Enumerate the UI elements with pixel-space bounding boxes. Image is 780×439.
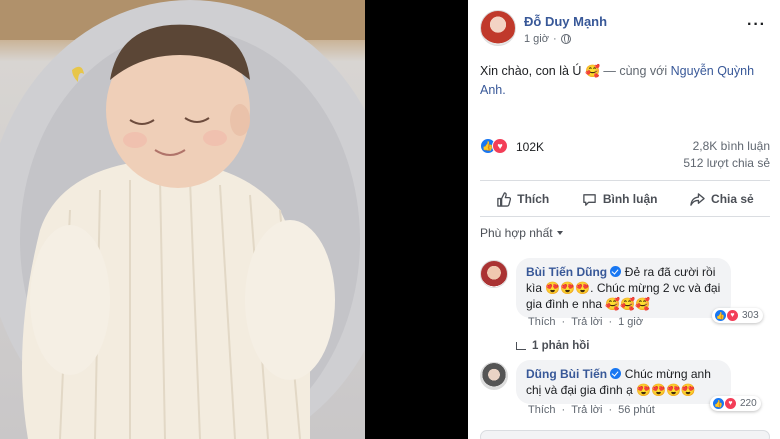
photo-viewer-gap — [365, 0, 468, 439]
comment-reaction-count: 220 — [740, 398, 757, 409]
verified-badge-icon — [610, 368, 622, 379]
comment-reply-link[interactable]: Trả lời — [571, 404, 602, 416]
commenter-avatar[interactable] — [480, 260, 508, 288]
post-text: Xin chào, con là Ú 🥰 — cùng với Nguyễn Q… — [480, 62, 770, 100]
comment-button-label: Bình luận — [602, 192, 658, 206]
post-actions: Thích Bình luận Chia sẻ — [480, 185, 770, 213]
comments-count[interactable]: 2,8K bình luận — [693, 139, 770, 153]
globe-icon[interactable] — [560, 34, 571, 44]
comment-item: Dũng Bùi Tiến Chúc mừng anh chị và đại g… — [480, 360, 770, 425]
replies-label: 1 phản hồi — [532, 340, 590, 352]
shares-count[interactable]: 512 lượt chia sẻ — [683, 156, 770, 170]
comment-footer: Thích · Trả lời · 56 phút — [528, 404, 655, 416]
comment-reactions[interactable]: 👍 ♥ 303 — [712, 308, 763, 323]
commenter-avatar[interactable] — [480, 362, 508, 390]
post-meta: 1 giờ · — [524, 33, 571, 45]
divider — [480, 180, 770, 181]
verified-badge-icon — [610, 266, 622, 277]
caret-down-icon — [556, 231, 563, 235]
post-text-with: — cùng với — [603, 64, 668, 78]
comment-like-link[interactable]: Thích — [528, 316, 556, 328]
share-icon — [690, 192, 705, 206]
reaction-count[interactable]: 102K — [516, 140, 544, 154]
author-avatar[interactable] — [480, 10, 516, 46]
comment-sort-dropdown[interactable]: Phù hợp nhất — [480, 226, 563, 240]
comment-icon — [583, 193, 596, 206]
love-reaction-icon: ♥ — [492, 138, 508, 154]
comment-author[interactable]: Dũng Bùi Tiến — [526, 367, 607, 381]
comment-button[interactable]: Bình luận — [582, 192, 658, 207]
comment-reactions[interactable]: 👍 ♥ 220 — [710, 396, 761, 411]
thumbs-up-icon — [497, 191, 512, 207]
love-reaction-icon: ♥ — [726, 309, 739, 322]
like-button[interactable]: Thích — [496, 191, 550, 207]
write-comment-input[interactable] — [480, 430, 770, 439]
comment-item: Bùi Tiến Dũng Đẻ ra đã cười rồi kìa 😍😍😍.… — [480, 258, 770, 333]
baby-photo-illustration — [0, 0, 365, 439]
share-button-label: Chia sẻ — [711, 192, 754, 206]
comment-author[interactable]: Bùi Tiến Dũng — [526, 265, 607, 279]
divider — [480, 216, 770, 217]
like-button-label: Thích — [517, 192, 550, 206]
sort-label: Phù hợp nhất — [480, 226, 553, 240]
comment-reaction-count: 303 — [742, 310, 759, 321]
post-header: Đỗ Duy Mạnh 1 giờ · ··· — [480, 10, 770, 50]
comment-bubble: Dũng Bùi Tiến Chúc mừng anh chị và đại g… — [516, 360, 731, 404]
post-panel: Đỗ Duy Mạnh 1 giờ · ··· Xin chào, con là… — [468, 0, 780, 439]
comment-time[interactable]: 1 giờ — [618, 316, 643, 328]
post-photo[interactable] — [0, 0, 365, 439]
share-button[interactable]: Chia sẻ — [690, 192, 754, 207]
post-reactions: 👍 ♥ 102K 2,8K bình luận 512 lượt chia sẻ — [480, 136, 770, 176]
comment-like-link[interactable]: Thích — [528, 404, 556, 416]
reply-arrow-icon — [516, 342, 526, 350]
comment-time[interactable]: 56 phút — [618, 404, 655, 416]
more-options-icon[interactable]: ··· — [747, 16, 766, 34]
post-time[interactable]: 1 giờ — [524, 33, 549, 45]
post-text-emoji: 🥰 — [584, 64, 600, 78]
view-replies-link[interactable]: 1 phản hồi — [516, 340, 590, 352]
love-reaction-icon: ♥ — [724, 397, 737, 410]
post-text-main: Xin chào, con là Ú — [480, 64, 582, 78]
comment-bubble: Bùi Tiến Dũng Đẻ ra đã cười rồi kìa 😍😍😍.… — [516, 258, 731, 318]
comment-reply-link[interactable]: Trả lời — [571, 316, 602, 328]
comment-footer: Thích · Trả lời · 1 giờ — [528, 316, 644, 328]
reaction-icons[interactable]: 👍 ♥ — [480, 138, 508, 154]
post-author[interactable]: Đỗ Duy Mạnh — [524, 14, 607, 29]
